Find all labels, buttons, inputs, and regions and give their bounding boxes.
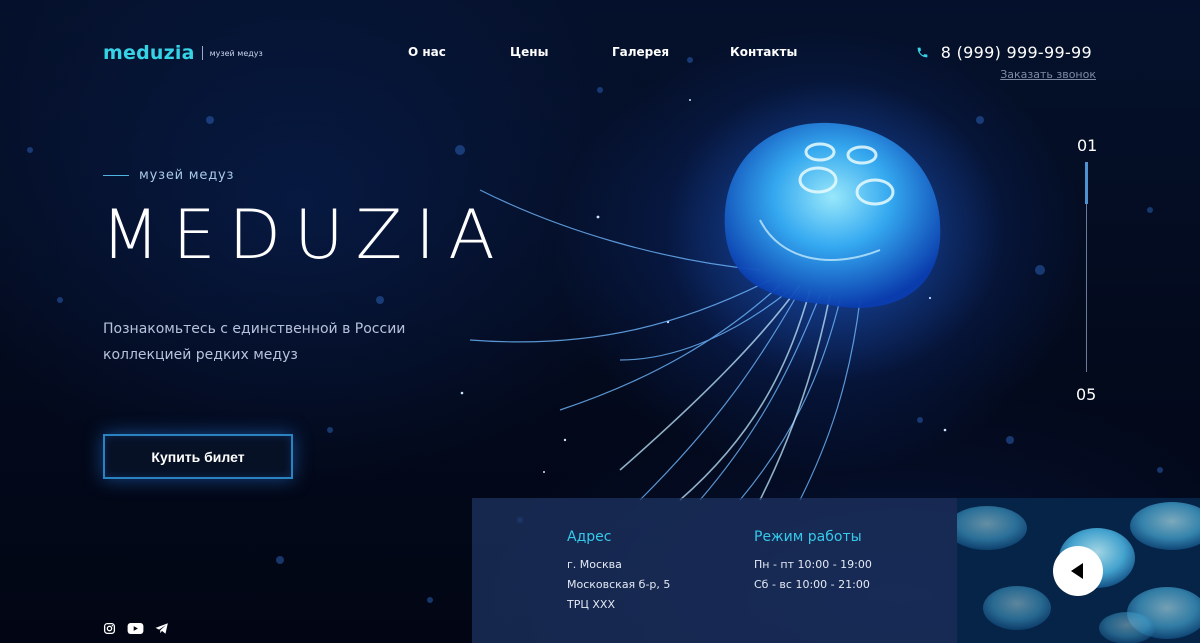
address-line: Московская б-р, 5 — [567, 578, 671, 591]
youtube-icon[interactable] — [127, 622, 144, 635]
nav-item-about[interactable]: О нас — [408, 45, 446, 59]
phone-number: 8 (999) 999-99-99 — [940, 43, 1092, 62]
kicker-line — [103, 175, 129, 176]
address-block: Адрес г. Москва Московская б-р, 5 ТРЦ ХХ… — [567, 529, 670, 615]
play-button[interactable] — [1053, 546, 1103, 596]
hero-kicker: музей медуз — [103, 168, 234, 183]
telegram-icon[interactable] — [155, 622, 169, 635]
hours-title: Режим работы — [754, 529, 862, 545]
social-links — [103, 622, 169, 635]
nav-item-prices[interactable]: Цены — [510, 45, 548, 59]
hours-block: Режим работы Пн - пт 10:00 - 19:00 Сб - … — [754, 529, 872, 595]
info-panel: Адрес г. Москва Московская б-р, 5 ТРЦ ХХ… — [472, 498, 957, 643]
phone-block[interactable]: 8 (999) 999-99-99 — [916, 43, 1092, 62]
kicker-text: музей медуз — [139, 168, 235, 183]
callback-link[interactable]: Заказать звонок — [1000, 68, 1096, 81]
nav-item-contacts[interactable]: Контакты — [730, 45, 797, 59]
slider-current-number: 01 — [1077, 136, 1098, 155]
address-line: г. Москва — [567, 558, 622, 571]
hero-description: Познакомьтесь с единственной в России ко… — [103, 321, 406, 363]
address-line: ТРЦ ХХХ — [567, 598, 615, 611]
hours-line: Сб - вс 10:00 - 21:00 — [754, 578, 870, 591]
play-icon — [1071, 563, 1083, 579]
slider-progress-fill — [1085, 162, 1088, 204]
hours-line: Пн - пт 10:00 - 19:00 — [754, 558, 872, 571]
instagram-icon[interactable] — [103, 622, 116, 635]
slider-total-number: 05 — [1076, 385, 1097, 404]
phone-icon — [917, 47, 928, 58]
nav-item-gallery[interactable]: Галерея — [612, 45, 669, 59]
hero-title: MEDUZIA — [101, 196, 508, 275]
address-title: Адрес — [567, 529, 612, 545]
buy-ticket-button[interactable]: Купить билет — [103, 434, 293, 479]
